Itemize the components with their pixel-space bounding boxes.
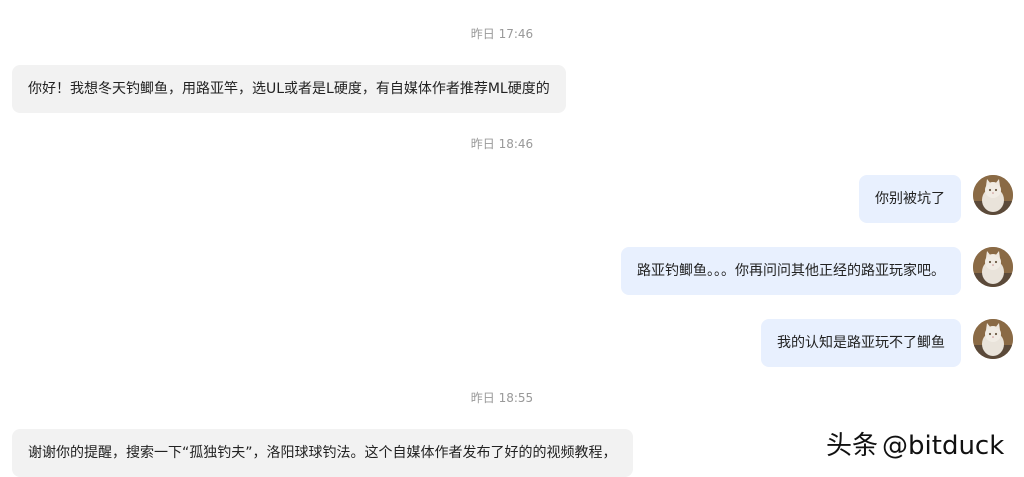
- timestamp: 昨日 17:46: [470, 27, 534, 41]
- cat-avatar-icon: [973, 319, 1013, 359]
- cat-avatar[interactable]: [973, 319, 1013, 359]
- cat-avatar[interactable]: [973, 247, 1013, 287]
- cat-avatar[interactable]: [973, 175, 1013, 215]
- watermark-handle: @bitduck: [882, 431, 1005, 461]
- cat-avatar-icon: [973, 247, 1013, 287]
- incoming-message-bubble[interactable]: 你好！我想冬天钓鲫鱼，用路亚竿，选UL或者是L硬度，有自媒体作者推荐ML硬度的: [12, 65, 566, 113]
- outgoing-message-bubble[interactable]: 你别被坑了: [859, 175, 961, 223]
- watermark-platform: 头条: [826, 431, 879, 461]
- timestamp: 昨日 18:46: [470, 137, 534, 151]
- watermark: 头条 @bitduck: [826, 428, 1004, 464]
- cat-avatar-icon: [973, 175, 1013, 215]
- outgoing-message-bubble[interactable]: 我的认知是路亚玩不了鲫鱼: [761, 319, 961, 367]
- incoming-message-bubble[interactable]: 谢谢你的提醒，搜索一下“孤独钓夫”，洛阳球球钓法。这个自媒体作者发布了好的的视频…: [12, 429, 633, 477]
- outgoing-message-bubble[interactable]: 路亚钓鲫鱼。。。你再问问其他正经的路亚玩家吧。: [621, 247, 961, 295]
- timestamp: 昨日 18:55: [470, 391, 534, 405]
